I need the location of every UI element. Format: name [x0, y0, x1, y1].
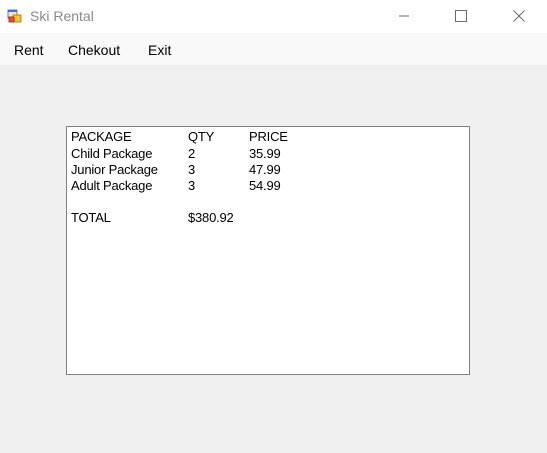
menu-item-checkout[interactable]: Chekout — [68, 41, 120, 59]
item-package: Child Package — [71, 146, 153, 161]
total-label: TOTAL — [71, 210, 111, 225]
menu-item-exit[interactable]: Exit — [148, 41, 171, 59]
item-package: Junior Package — [71, 162, 158, 177]
header-price: PRICE — [249, 129, 288, 144]
menu-bar: Rent Chekout Exit — [0, 33, 547, 65]
close-icon — [513, 10, 525, 22]
item-package: Adult Package — [71, 178, 153, 193]
minimize-button[interactable] — [381, 0, 427, 32]
item-qty: 3 — [188, 178, 196, 193]
total-value: $380.92 — [188, 210, 234, 225]
order-listbox[interactable]: PACKAGE QTY PRICE Child Package 2 35.99 … — [66, 126, 470, 375]
title-bar[interactable]: Ski Rental — [0, 0, 547, 33]
winforms-app-icon — [7, 9, 22, 23]
close-button[interactable] — [496, 0, 542, 32]
maximize-icon — [455, 10, 467, 22]
header-package: PACKAGE — [71, 129, 132, 144]
item-qty: 3 — [188, 162, 196, 177]
item-qty: 2 — [188, 146, 196, 161]
maximize-button[interactable] — [438, 0, 484, 32]
header-qty: QTY — [188, 129, 215, 144]
minimize-icon — [399, 15, 409, 17]
item-price: 54.99 — [249, 178, 281, 193]
menu-item-rent[interactable]: Rent — [14, 41, 44, 59]
window-title: Ski Rental — [30, 8, 94, 24]
item-price: 47.99 — [249, 162, 281, 177]
app-window: Ski Rental Rent Chekout Exit PACKAGE QTY… — [0, 0, 547, 453]
item-price: 35.99 — [249, 146, 281, 161]
